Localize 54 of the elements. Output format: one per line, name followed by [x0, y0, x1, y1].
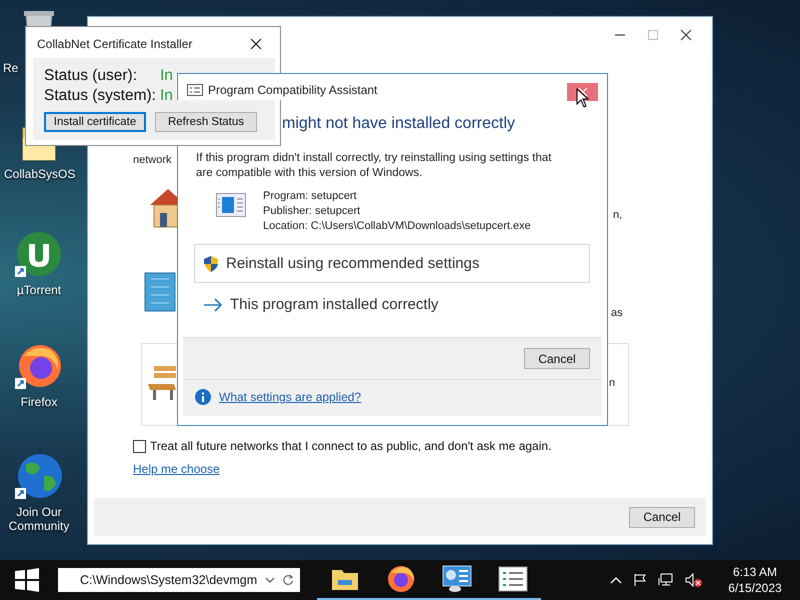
flag-icon[interactable]	[633, 573, 647, 587]
cancel-button[interactable]: Cancel	[629, 506, 695, 528]
status-value: In	[160, 86, 173, 106]
description-text: as	[611, 307, 623, 319]
action-button[interactable]: Refresh Status	[155, 112, 257, 132]
description-text: n	[609, 377, 616, 389]
action-button[interactable]: Install certificate	[44, 112, 146, 132]
program-detail: Location: C:\Users\CollabVM\Downloads\setupcert.exe	[263, 219, 531, 234]
address-field[interactable]: C:\Windows\System32\devmgm	[58, 568, 300, 592]
close-icon[interactable]	[680, 29, 692, 41]
info-icon	[195, 389, 211, 405]
dropdown-icon[interactable]	[265, 576, 274, 584]
checkbox-label: Treat all future networks that I connect to as public, and don't ask me again.	[150, 439, 552, 453]
arrow-icon	[203, 298, 223, 312]
firefox-icon[interactable]	[14, 342, 64, 392]
cancel-button[interactable]: Cancel	[524, 348, 590, 369]
clock-time[interactable]: 6:13 AM	[732, 564, 778, 580]
dialog-heading: might not have installed correctly	[282, 115, 516, 133]
checkbox[interactable]	[133, 440, 146, 452]
shield-icon	[203, 254, 219, 272]
program-detail: Program: setupcert	[263, 189, 358, 204]
list-app-icon[interactable]	[498, 566, 528, 592]
message-text: If this program didn't install correctly, try reinstalling using settings that are compatible with this version of Windows.	[196, 151, 552, 181]
desktop-icon-label[interactable]: Join Our Community	[4, 505, 74, 533]
clock-date[interactable]: 6/15/2023	[728, 580, 782, 596]
option-button[interactable]: Reinstall using recommended settings	[194, 244, 590, 283]
description-text: n,	[613, 209, 622, 221]
close-icon[interactable]	[250, 38, 262, 50]
torrent-icon[interactable]	[14, 230, 64, 280]
cursor-icon	[576, 88, 590, 108]
start-icon[interactable]	[14, 567, 40, 593]
program-detail: Publisher: setupcert	[263, 204, 362, 219]
chevron-up-icon[interactable]	[610, 576, 622, 584]
control-panel-icon[interactable]	[441, 564, 473, 594]
desktop-icon-label[interactable]: Firefox	[4, 395, 74, 409]
close-icon	[578, 87, 588, 97]
globe-icon[interactable]	[14, 452, 64, 502]
status-label: Status (user):	[44, 66, 138, 86]
window-icon	[187, 84, 203, 96]
desktop-icon-label[interactable]: CollabSysOS	[4, 167, 74, 181]
bench-icon	[148, 366, 176, 400]
status-value: In	[160, 66, 173, 86]
desktop-icon-label[interactable]: µTorrent	[4, 283, 74, 297]
description-text: network	[133, 154, 172, 166]
network-icon[interactable]	[658, 573, 674, 587]
help-link[interactable]: Help me choose	[133, 462, 220, 476]
volume-muted-icon[interactable]	[685, 573, 703, 587]
status-label: Status (system):	[44, 86, 157, 106]
program-icon	[216, 193, 246, 217]
window-title: CollabNet Certificate Installer	[37, 37, 192, 51]
firefox-icon[interactable]	[386, 564, 416, 594]
refresh-icon[interactable]	[282, 573, 294, 587]
window-title: Program Compatibility Assistant	[208, 83, 378, 97]
settings-link[interactable]: What settings are applied?	[219, 390, 362, 404]
